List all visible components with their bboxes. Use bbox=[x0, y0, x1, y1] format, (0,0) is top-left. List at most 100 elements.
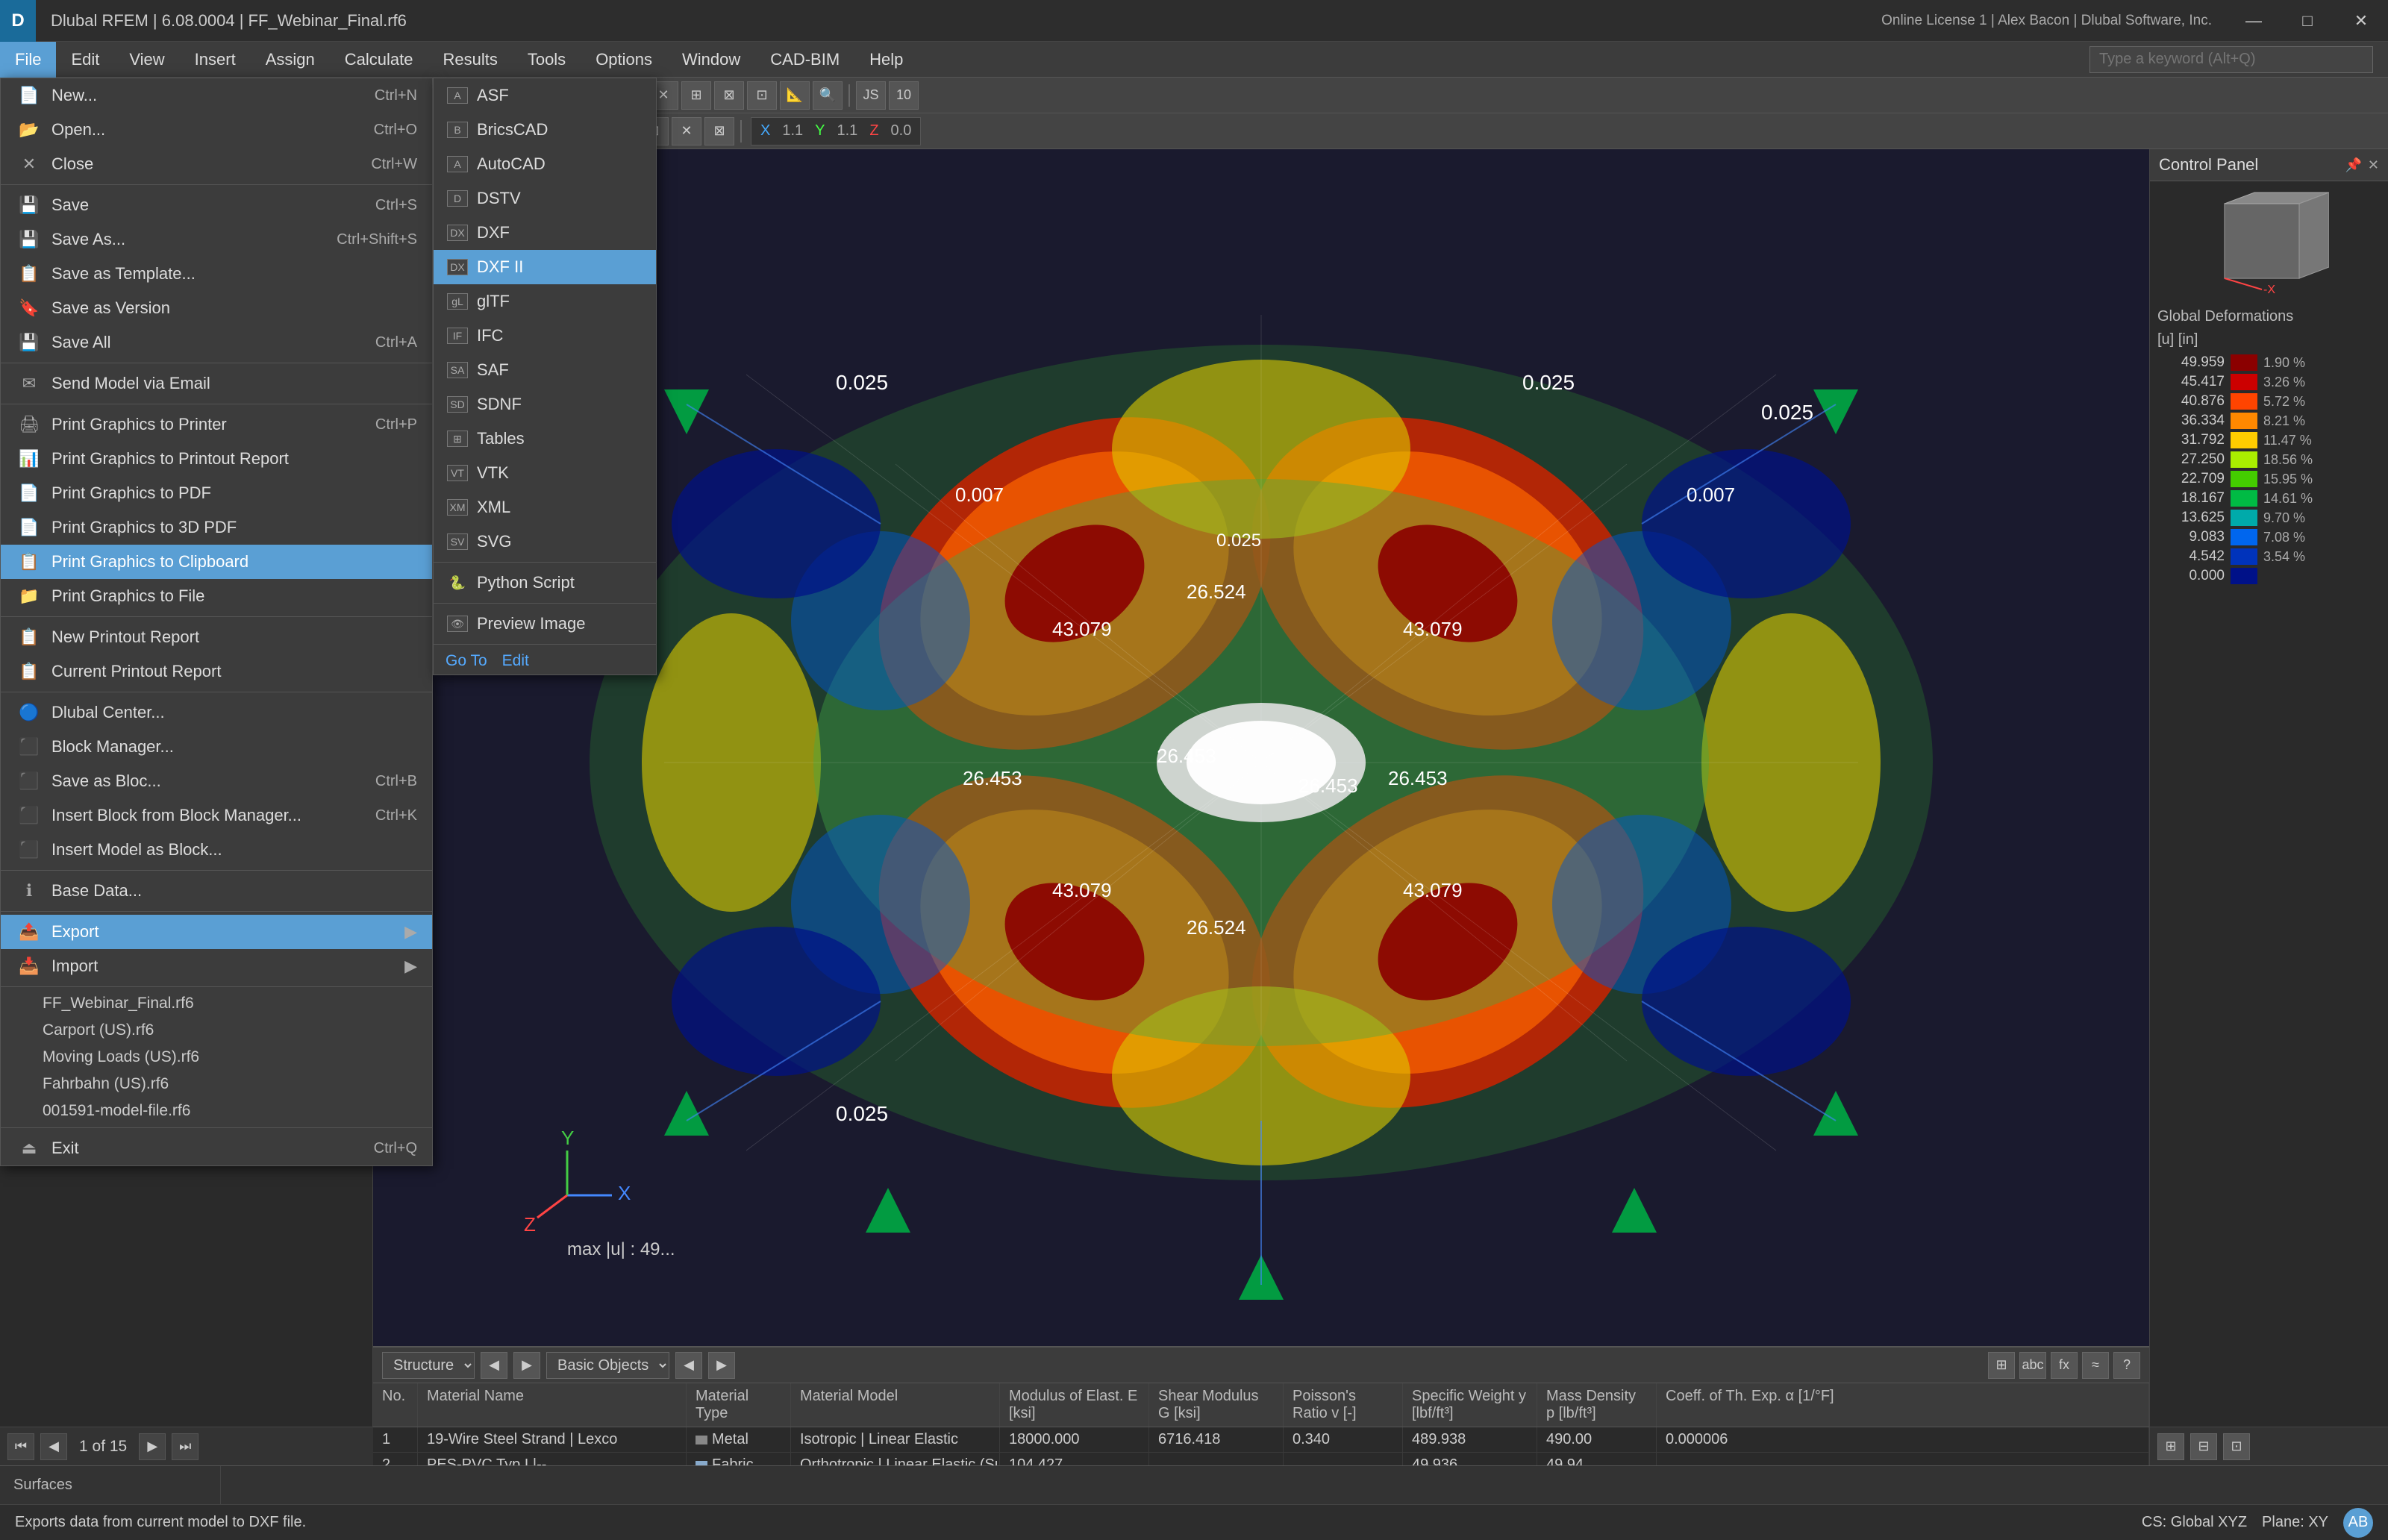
fmd-saveas[interactable]: 💾 Save As... Ctrl+Shift+S bbox=[1, 222, 432, 257]
esm-python[interactable]: 🐍 Python Script bbox=[434, 566, 656, 600]
esm-tables[interactable]: ⊞ Tables bbox=[434, 422, 656, 456]
tb-btn-10[interactable]: 🔍 bbox=[813, 81, 843, 110]
mat-tb-1[interactable]: ⊞ bbox=[1988, 1352, 2015, 1379]
esm-dxf[interactable]: DX DXF bbox=[434, 216, 656, 250]
esm-saf[interactable]: SA SAF bbox=[434, 353, 656, 387]
nav-prev-btn[interactable]: ◀ bbox=[40, 1433, 67, 1460]
tb-btn-9[interactable]: 📐 bbox=[780, 81, 810, 110]
esm-asf[interactable]: A ASF bbox=[434, 78, 656, 113]
esm-autocad[interactable]: A AutoCAD bbox=[434, 147, 656, 181]
fmd-saveall[interactable]: 💾 Save All Ctrl+A bbox=[1, 325, 432, 360]
esm-dxfii[interactable]: DX DXF II bbox=[434, 250, 656, 284]
fmd-insertmodel[interactable]: ⬛ Insert Model as Block... bbox=[1, 833, 432, 867]
mat-tb-4[interactable]: ≈ bbox=[2082, 1352, 2109, 1379]
mat-prev-btn[interactable]: ◀ bbox=[481, 1352, 507, 1379]
esm-xml[interactable]: XM XML bbox=[434, 490, 656, 525]
esm-ifc[interactable]: IF IFC bbox=[434, 319, 656, 353]
cp-btn-3[interactable]: ⊡ bbox=[2223, 1433, 2250, 1460]
cp-btn-1[interactable]: ⊞ bbox=[2157, 1433, 2184, 1460]
fmd-insertblock[interactable]: ⬛ Insert Block from Block Manager... Ctr… bbox=[1, 798, 432, 833]
fmd-printfile[interactable]: 📁 Print Graphics to File bbox=[1, 579, 432, 613]
search-input[interactable] bbox=[2090, 46, 2373, 73]
structure-dropdown[interactable]: Structure bbox=[382, 1352, 475, 1379]
menu-options[interactable]: Options bbox=[581, 42, 667, 78]
fmd-recent-2[interactable]: Carport (US).rf6 bbox=[1, 1017, 432, 1044]
tb-btn-6[interactable]: ⊞ bbox=[681, 81, 711, 110]
esm-vtk[interactable]: VT VTK bbox=[434, 456, 656, 490]
fmd-printpdf[interactable]: 📄 Print Graphics to PDF bbox=[1, 476, 432, 510]
fmd-export[interactable]: 📤 Export ▶ bbox=[1, 915, 432, 949]
esm-edit[interactable]: Edit bbox=[502, 652, 529, 670]
mat-row-1[interactable]: 2 PES-PVC Typ I |-- Fabric Orthotropic |… bbox=[373, 1453, 2149, 1465]
tb-btn-8[interactable]: ⊡ bbox=[747, 81, 777, 110]
close-button[interactable]: ✕ bbox=[2334, 0, 2388, 42]
fmd-save[interactable]: 💾 Save Ctrl+S bbox=[1, 188, 432, 222]
fmd-printreport[interactable]: 📊 Print Graphics to Printout Report bbox=[1, 442, 432, 476]
mat-next2-btn[interactable]: ▶ bbox=[708, 1352, 735, 1379]
menu-cadbim[interactable]: CAD-BIM bbox=[755, 42, 854, 78]
menu-edit[interactable]: Edit bbox=[56, 42, 114, 78]
fmd-recent-4[interactable]: Fahrbahn (US).rf6 bbox=[1, 1071, 432, 1098]
fmd-printprinter[interactable]: 🖨 Print Graphics to Printer Ctrl+P bbox=[1, 407, 432, 442]
tb2-btn-21[interactable]: ⊠ bbox=[704, 117, 734, 145]
fmd-recent-3[interactable]: Moving Loads (US).rf6 bbox=[1, 1044, 432, 1071]
esm-gltf[interactable]: gL glTF bbox=[434, 284, 656, 319]
file-menu-dropdown: 📄 New... Ctrl+N 📂 Open... Ctrl+O ✕ Close… bbox=[0, 78, 433, 1166]
menu-tools[interactable]: Tools bbox=[513, 42, 581, 78]
mat-prev2-btn[interactable]: ◀ bbox=[675, 1352, 702, 1379]
esm-svg[interactable]: SV SVG bbox=[434, 525, 656, 559]
menu-file[interactable]: File bbox=[0, 42, 56, 78]
mat-tb-5[interactable]: ? bbox=[2113, 1352, 2140, 1379]
fmd-basedata[interactable]: ℹ Base Data... bbox=[1, 874, 432, 908]
cp-btn-2[interactable]: ⊟ bbox=[2190, 1433, 2217, 1460]
fmd-new[interactable]: 📄 New... Ctrl+N bbox=[1, 78, 432, 113]
fmd-newreport[interactable]: 📋 New Printout Report bbox=[1, 620, 432, 654]
tb-btn-11[interactable]: JS bbox=[856, 81, 886, 110]
cp-close-icon[interactable]: ✕ bbox=[2368, 157, 2379, 173]
fmd-save-icon: 💾 bbox=[16, 195, 43, 215]
nav-last-btn[interactable]: ⏭ bbox=[172, 1433, 199, 1460]
esm-bricscad-icon: B bbox=[446, 122, 469, 138]
nav-next-btn[interactable]: ▶ bbox=[139, 1433, 166, 1460]
cp-pin-icon[interactable]: 📌 bbox=[2345, 157, 2361, 173]
mat-tb-3[interactable]: fx bbox=[2051, 1352, 2078, 1379]
fmd-close[interactable]: ✕ Close Ctrl+W bbox=[1, 147, 432, 181]
esm-bricscad[interactable]: B BricsCAD bbox=[434, 113, 656, 147]
fmd-email[interactable]: ✉ Send Model via Email bbox=[1, 366, 432, 401]
fmd-saveasbloc[interactable]: ⬛ Save as Bloc... Ctrl+B bbox=[1, 764, 432, 798]
esm-preview[interactable]: 👁 Preview Image bbox=[434, 607, 656, 641]
tb-btn-12[interactable]: 10 bbox=[889, 81, 919, 110]
tb2-btn-20[interactable]: ✕ bbox=[672, 117, 701, 145]
fmd-import[interactable]: 📥 Import ▶ bbox=[1, 949, 432, 983]
fmd-recent-1[interactable]: FF_Webinar_Final.rf6 bbox=[1, 990, 432, 1017]
basic-objects-dropdown[interactable]: Basic Objects bbox=[546, 1352, 669, 1379]
esm-sdnf[interactable]: SD SDNF bbox=[434, 387, 656, 422]
esm-dstv[interactable]: D DSTV bbox=[434, 181, 656, 216]
fmd-blockmanager[interactable]: ⬛ Block Manager... bbox=[1, 730, 432, 764]
menu-view[interactable]: View bbox=[114, 42, 179, 78]
nav-first-btn[interactable]: ⏮ bbox=[7, 1433, 34, 1460]
fmd-exit[interactable]: ⏏ Exit Ctrl+Q bbox=[1, 1131, 432, 1165]
maximize-button[interactable]: □ bbox=[2281, 0, 2334, 42]
fmd-print3dpdf[interactable]: 📄 Print Graphics to 3D PDF bbox=[1, 510, 432, 545]
fmd-dlubalcenter[interactable]: 🔵 Dlubal Center... bbox=[1, 695, 432, 730]
menu-assign[interactable]: Assign bbox=[251, 42, 330, 78]
menu-window[interactable]: Window bbox=[667, 42, 755, 78]
menu-results[interactable]: Results bbox=[428, 42, 512, 78]
fmd-saveversion[interactable]: 🔖 Save as Version bbox=[1, 291, 432, 325]
esm-goto[interactable]: Go To bbox=[446, 652, 487, 670]
mat-row-0[interactable]: 1 19-Wire Steel Strand | Lexco Metal Iso… bbox=[373, 1427, 2149, 1453]
fmd-open[interactable]: 📂 Open... Ctrl+O bbox=[1, 113, 432, 147]
menu-insert[interactable]: Insert bbox=[180, 42, 251, 78]
fmd-currentreport[interactable]: 📋 Current Printout Report bbox=[1, 654, 432, 689]
minimize-button[interactable]: — bbox=[2227, 0, 2281, 42]
btab-surfaces[interactable]: Surfaces bbox=[0, 1466, 221, 1505]
tb-btn-7[interactable]: ⊠ bbox=[714, 81, 744, 110]
menu-help[interactable]: Help bbox=[854, 42, 918, 78]
mat-tb-2[interactable]: abc bbox=[2019, 1352, 2046, 1379]
fmd-recent-5[interactable]: 001591-model-file.rf6 bbox=[1, 1098, 432, 1124]
mat-next-btn[interactable]: ▶ bbox=[513, 1352, 540, 1379]
fmd-savetemplate[interactable]: 📋 Save as Template... bbox=[1, 257, 432, 291]
menu-calculate[interactable]: Calculate bbox=[330, 42, 428, 78]
fmd-printclipboard[interactable]: 📋 Print Graphics to Clipboard bbox=[1, 545, 432, 579]
